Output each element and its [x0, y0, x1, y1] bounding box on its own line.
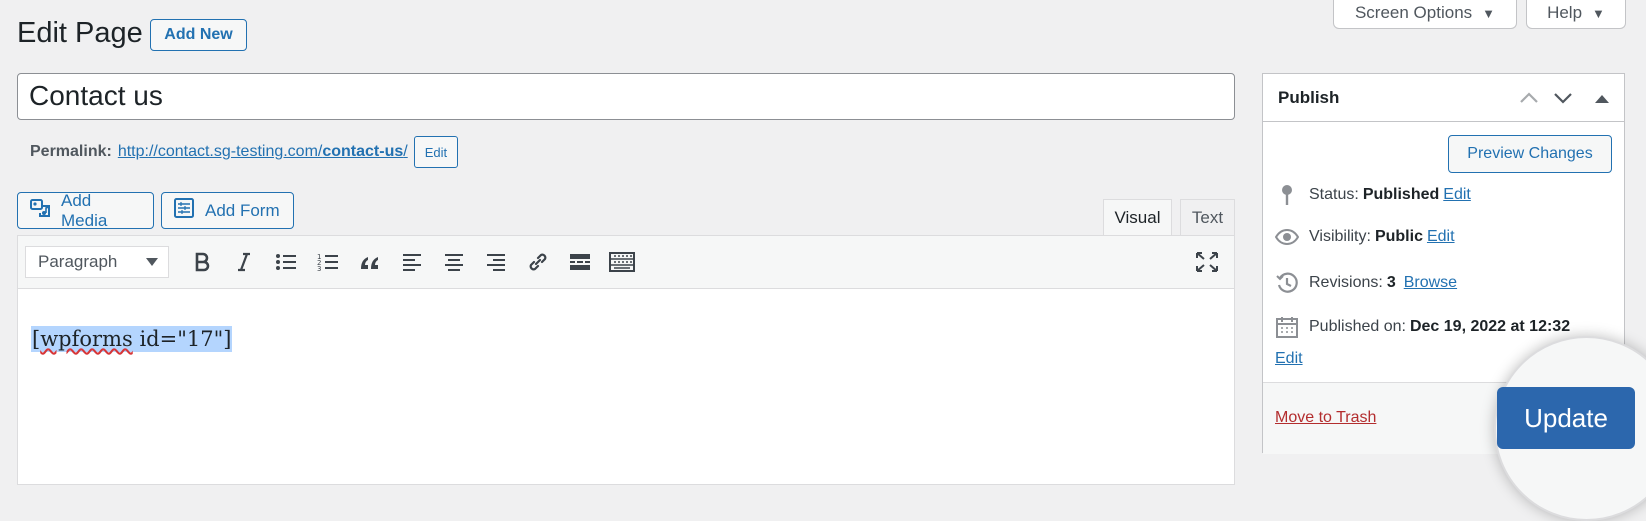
numbered-list-icon[interactable]: 123	[307, 245, 349, 279]
move-to-trash-link[interactable]: Move to Trash	[1275, 409, 1376, 427]
blockquote-icon[interactable]	[349, 245, 391, 279]
permalink-url-base: http://contact.sg-testing.com/	[117, 143, 323, 160]
permalink-slug: contact-us	[322, 143, 404, 160]
move-down-icon[interactable]	[1553, 92, 1573, 104]
add-media-button[interactable]: Add Media	[17, 190, 154, 230]
permalink-row: Permalink: http://contact.sg-testing.com…	[30, 136, 459, 168]
editor-content[interactable]: [wpforms id="17"]	[31, 326, 233, 352]
title-input[interactable]: Contact us	[17, 73, 1235, 120]
align-left-icon[interactable]	[391, 245, 433, 279]
preview-changes-button[interactable]: Preview Changes	[1448, 135, 1612, 173]
bullet-list-icon[interactable]	[265, 245, 307, 279]
status-edit-link[interactable]: Edit	[1443, 186, 1471, 204]
editor-toolbar: Paragraph 123	[18, 236, 1234, 289]
shortcode-rest: id="17"]	[132, 327, 232, 351]
permalink-label: Permalink:	[30, 143, 112, 160]
published-on-value: Dec 19, 2022 at 12:32	[1409, 318, 1571, 335]
italic-icon[interactable]	[223, 245, 265, 279]
published-on-edit-link[interactable]: Edit	[1275, 350, 1303, 368]
update-button[interactable]: Update	[1497, 387, 1635, 449]
collapse-toggle-icon[interactable]	[1595, 93, 1609, 103]
permalink-edit-button[interactable]: Edit	[413, 136, 459, 168]
permalink-url-end: /	[403, 143, 408, 160]
content-editor[interactable]: Paragraph 123 [wpforms id="17"]	[17, 235, 1235, 485]
help-button[interactable]: Help ▼	[1526, 0, 1626, 29]
revisions-row: Revisions: 3 Browse	[1275, 272, 1457, 294]
tab-visual[interactable]: Visual	[1103, 199, 1172, 236]
publish-title: Publish	[1278, 87, 1340, 107]
add-form-label: Add Form	[205, 200, 280, 220]
publish-header: Publish	[1263, 74, 1624, 122]
svg-text:3: 3	[317, 265, 321, 272]
published-on-row: Published on: Dec 19, 2022 at 12:32	[1275, 316, 1570, 338]
link-icon[interactable]	[517, 245, 559, 279]
fullscreen-icon[interactable]	[1186, 245, 1228, 279]
screen-options-label: Screen Options	[1354, 3, 1473, 22]
pin-icon	[1275, 184, 1299, 206]
bold-icon[interactable]	[181, 245, 223, 279]
chevron-down-icon	[146, 258, 158, 266]
visibility-edit-link[interactable]: Edit	[1427, 228, 1455, 246]
permalink-link[interactable]: http://contact.sg-testing.com/contact-us…	[118, 143, 408, 161]
shortcode-start: [	[32, 327, 41, 351]
visibility-row: Visibility: Public Edit	[1275, 228, 1455, 246]
calendar-icon	[1275, 316, 1299, 338]
caret-down-icon: ▼	[1482, 5, 1496, 21]
toolbar-toggle-icon[interactable]	[601, 245, 643, 279]
revisions-browse-link[interactable]: Browse	[1404, 274, 1457, 292]
screen-options-button[interactable]: Screen Options ▼	[1333, 0, 1517, 29]
revisions-value: 3	[1386, 274, 1396, 291]
help-label: Help	[1547, 3, 1583, 22]
format-select-value: Paragraph	[38, 252, 118, 271]
align-center-icon[interactable]	[433, 245, 475, 279]
status-row: Status: Published Edit	[1275, 184, 1471, 206]
add-new-button[interactable]: Add New	[150, 19, 247, 51]
add-form-button[interactable]: Add Form	[161, 192, 294, 229]
format-select[interactable]: Paragraph	[25, 246, 169, 278]
tab-text[interactable]: Text	[1180, 199, 1235, 236]
caret-down-icon: ▼	[1592, 5, 1605, 21]
page-title: Edit Page	[17, 17, 143, 49]
align-right-icon[interactable]	[475, 245, 517, 279]
spell-error-word: wpforms	[40, 327, 133, 351]
form-icon	[173, 197, 195, 224]
status-label: Status:	[1309, 186, 1359, 203]
move-up-icon[interactable]	[1519, 91, 1539, 104]
read-more-icon[interactable]	[559, 245, 601, 279]
published-on-label: Published on:	[1309, 318, 1406, 335]
history-icon	[1275, 272, 1299, 294]
media-icon	[29, 197, 51, 224]
add-media-label: Add Media	[61, 190, 108, 230]
revisions-label: Revisions:	[1309, 274, 1383, 291]
status-value: Published	[1362, 186, 1440, 203]
visibility-value: Public	[1374, 228, 1423, 245]
eye-icon	[1275, 229, 1299, 245]
visibility-label: Visibility:	[1309, 228, 1371, 245]
